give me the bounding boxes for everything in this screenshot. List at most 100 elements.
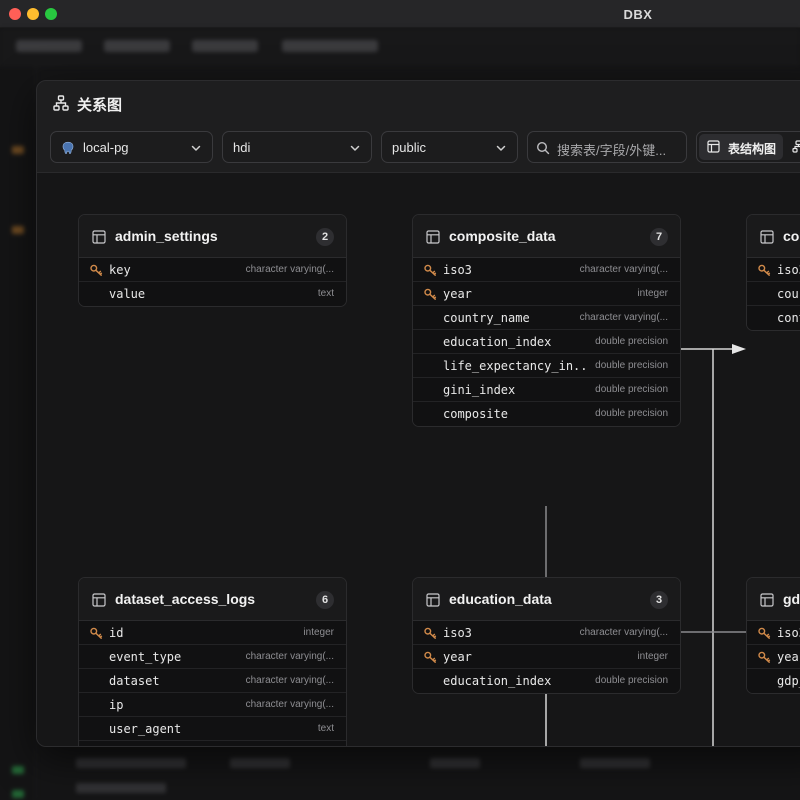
key-icon: [758, 264, 771, 276]
table-icon: [426, 230, 440, 244]
column-row[interactable]: education_index double precision: [413, 330, 680, 354]
search-icon: [536, 141, 550, 155]
table-card-dataset-access-logs[interactable]: dataset_access_logs 6 id integer event_type c…: [78, 577, 347, 747]
column-type: double precision: [595, 675, 668, 686]
column-row[interactable]: iso3: [747, 258, 800, 282]
column-row[interactable]: cont: [747, 306, 800, 330]
column-row[interactable]: gini_index double precision: [413, 378, 680, 402]
column-row[interactable]: year: [747, 645, 800, 669]
column-row[interactable]: composite double precision: [413, 402, 680, 426]
key-icon: [90, 627, 103, 639]
column-row[interactable]: dataset character varying(...: [79, 669, 346, 693]
table-card-header: dataset_access_logs 6: [79, 578, 346, 621]
column-name: composite: [443, 407, 509, 421]
diagram-view-icon[interactable]: [792, 140, 800, 153]
filter-bar: local-pg hdi public 搜索表/字段/外键... 表结构图: [37, 125, 800, 173]
column-type: text: [317, 288, 334, 299]
column-row[interactable]: created_attimestamp with ti...: [79, 741, 346, 747]
table-card-education-data[interactable]: education_data 3 iso3 character varying(...…: [412, 577, 681, 694]
background-row: [580, 758, 650, 768]
column-type: character varying(...: [245, 699, 334, 710]
column-type: character varying(...: [579, 264, 668, 275]
column-name: gdp_: [777, 674, 800, 688]
diagram-search-input[interactable]: 搜索表/字段/外键...: [527, 131, 687, 163]
column-name: value: [109, 287, 146, 301]
column-type: integer: [637, 288, 668, 299]
column-type: integer: [637, 651, 668, 662]
connection-select-value: local-pg: [83, 140, 129, 155]
background-toolbar-item: [104, 40, 170, 52]
column-name: ip: [109, 698, 124, 712]
column-type: character varying(...: [245, 675, 334, 686]
schema-select[interactable]: public: [381, 131, 518, 163]
table-card-composite-data[interactable]: composite_data 7 iso3 character varying(...…: [412, 214, 681, 427]
column-row[interactable]: iso3 character varying(...: [413, 258, 680, 282]
column-row[interactable]: year integer: [413, 282, 680, 306]
table-name: education_data: [449, 591, 552, 607]
modal-header: 关系图: [37, 81, 800, 125]
table-card-header: gdp: [747, 578, 800, 621]
app-title: DBX: [623, 7, 653, 22]
column-name: key: [109, 263, 131, 277]
postgres-elephant-icon: [62, 141, 74, 155]
column-row[interactable]: year integer: [413, 645, 680, 669]
connection-select[interactable]: local-pg: [50, 131, 213, 163]
column-row[interactable]: ip character varying(...: [79, 693, 346, 717]
column-name: year: [443, 287, 472, 301]
column-row[interactable]: country_name character varying(...: [413, 306, 680, 330]
column-count-badge: 2: [316, 228, 334, 246]
column-name: life_expectancy_in...: [443, 359, 588, 373]
column-row[interactable]: user_agent text: [79, 717, 346, 741]
column-row[interactable]: gdp_: [747, 669, 800, 693]
table-structure-view-button[interactable]: 表结构图: [699, 134, 783, 160]
background-row: [76, 783, 166, 793]
database-select[interactable]: hdi: [222, 131, 372, 163]
background-folder-icon: [12, 146, 24, 154]
table-icon: [426, 593, 440, 607]
table-card-header: cou: [747, 215, 800, 258]
column-name: id: [109, 626, 124, 640]
column-name: iso3: [443, 263, 472, 277]
key-icon: [90, 264, 103, 276]
table-card-admin-settings[interactable]: admin_settings 2 key character varying(... v…: [78, 214, 347, 307]
modal-title: 关系图: [77, 97, 123, 114]
column-count-badge: 3: [650, 591, 668, 609]
table-card-countries[interactable]: cou iso3 cour cont: [746, 214, 800, 331]
column-name: iso3: [777, 263, 800, 277]
background-row: [76, 758, 186, 768]
column-row[interactable]: iso3: [747, 621, 800, 645]
column-row[interactable]: life_expectancy_in... double precision: [413, 354, 680, 378]
relationship-diagram-modal: 关系图 local-pg hdi public 搜索表/字段/外键... 表结构…: [36, 80, 800, 747]
column-type: character varying(...: [245, 264, 334, 275]
search-placeholder: 搜索表/字段/外键...: [557, 143, 667, 158]
column-type: double precision: [595, 336, 668, 347]
background-toolbar-item: [16, 40, 82, 52]
chevron-down-icon: [191, 145, 201, 151]
key-icon: [758, 627, 771, 639]
column-count-badge: 7: [650, 228, 668, 246]
column-row[interactable]: event_type character varying(...: [79, 645, 346, 669]
column-name: created_at: [109, 746, 181, 747]
column-row[interactable]: cour: [747, 282, 800, 306]
chevron-down-icon: [496, 145, 506, 151]
column-row[interactable]: iso3 character varying(...: [413, 621, 680, 645]
column-row[interactable]: key character varying(...: [79, 258, 346, 282]
column-row[interactable]: value text: [79, 282, 346, 306]
background-toolbar-item: [282, 40, 378, 52]
table-card-gdp[interactable]: gdp iso3 year gdp_: [746, 577, 800, 694]
column-type: character varying(...: [579, 312, 668, 323]
background-toolbar: [0, 28, 800, 66]
background-status-icon: [12, 766, 24, 774]
column-type: character varying(...: [245, 651, 334, 662]
diagram-canvas[interactable]: admin_settings 2 key character varying(... v…: [37, 173, 800, 747]
database-select-value: hdi: [233, 140, 251, 155]
table-structure-view-label: 表结构图: [728, 142, 777, 156]
column-name: cour: [777, 287, 800, 301]
key-icon: [758, 651, 771, 663]
column-name: country_name: [443, 311, 530, 325]
column-row[interactable]: education_index double precision: [413, 669, 680, 693]
column-name: year: [443, 650, 472, 664]
background-row: [430, 758, 480, 768]
column-row[interactable]: id integer: [79, 621, 346, 645]
background-folder-icon: [12, 226, 24, 234]
